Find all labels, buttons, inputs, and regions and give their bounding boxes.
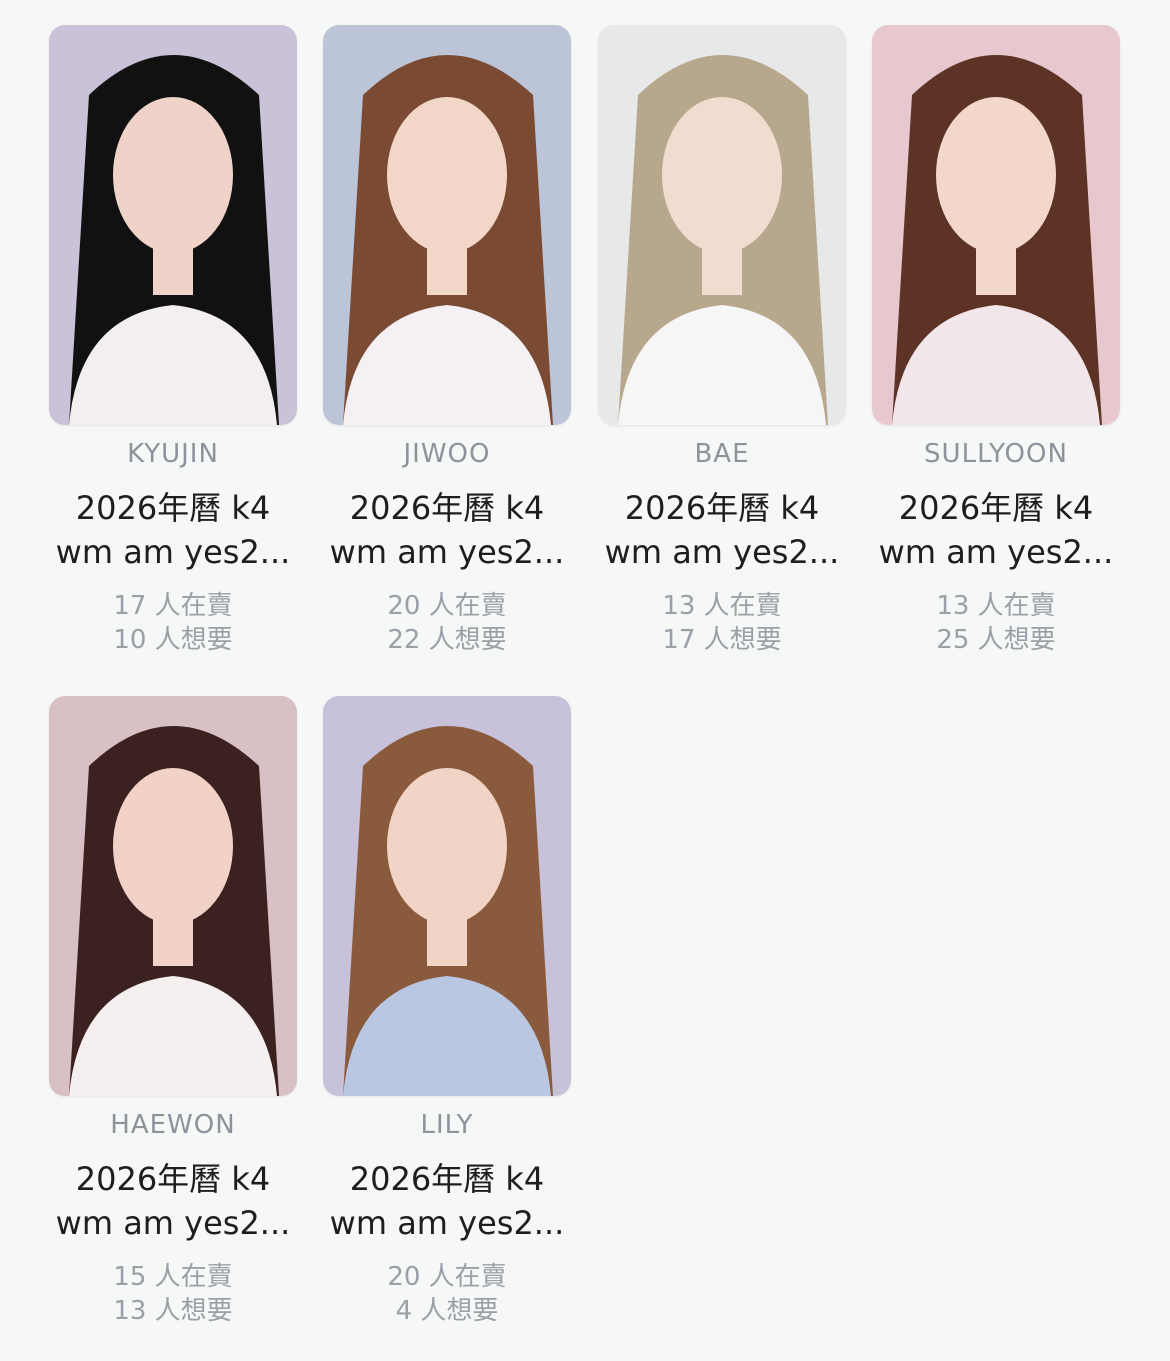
listing-title-line2: wm am yes2... <box>878 533 1114 571</box>
selling-count: 13 人在賣 <box>662 591 782 621</box>
wanting-count: 4 人想要 <box>395 1296 499 1326</box>
listing-title-line1: 2026年曆 k4 <box>75 489 271 527</box>
listing-title-line2: wm am yes2... <box>55 1204 291 1242</box>
product-photo[interactable] <box>323 25 571 425</box>
product-photo[interactable] <box>598 25 846 425</box>
product-card-lily[interactable]: LILY 2026年曆 k4 wm am yes2... 20 人在賣 4 人想… <box>323 696 571 1336</box>
member-name: HAEWON <box>110 1110 236 1140</box>
listing-title-line2: wm am yes2... <box>604 533 840 571</box>
product-card-sullyoon[interactable]: SULLYOON 2026年曆 k4 wm am yes2... 13 人在賣 … <box>872 25 1120 665</box>
listing-title-line1: 2026年曆 k4 <box>624 489 820 527</box>
wanting-count: 17 人想要 <box>662 625 782 655</box>
selling-count: 17 人在賣 <box>113 591 233 621</box>
product-photo[interactable] <box>323 696 571 1096</box>
member-name: BAE <box>694 439 750 469</box>
member-name: KYUJIN <box>127 439 219 469</box>
selling-count: 20 人在賣 <box>387 591 507 621</box>
product-card-haewon[interactable]: HAEWON 2026年曆 k4 wm am yes2... 15 人在賣 13… <box>49 696 297 1336</box>
listing-title-line1: 2026年曆 k4 <box>75 1160 271 1198</box>
member-name: LILY <box>420 1110 474 1140</box>
listing-title-line1: 2026年曆 k4 <box>898 489 1094 527</box>
wanting-count: 22 人想要 <box>387 625 507 655</box>
wanting-count: 13 人想要 <box>113 1296 233 1326</box>
selling-count: 20 人在賣 <box>387 1262 507 1292</box>
product-photo[interactable] <box>872 25 1120 425</box>
wanting-count: 10 人想要 <box>113 625 233 655</box>
product-card-kyujin[interactable]: KYUJIN 2026年曆 k4 wm am yes2... 17 人在賣 10… <box>49 25 297 665</box>
product-card-jiwoo[interactable]: JIWOO 2026年曆 k4 wm am yes2... 20 人在賣 22 … <box>323 25 571 665</box>
listing-title-line2: wm am yes2... <box>55 533 291 571</box>
product-photo[interactable] <box>49 25 297 425</box>
member-name: JIWOO <box>403 439 491 469</box>
selling-count: 15 人在賣 <box>113 1262 233 1292</box>
product-photo[interactable] <box>49 696 297 1096</box>
selling-count: 13 人在賣 <box>936 591 1056 621</box>
listing-grid: KYUJIN 2026年曆 k4 wm am yes2... 17 人在賣 10… <box>0 0 1170 1361</box>
wanting-count: 25 人想要 <box>936 625 1056 655</box>
product-card-bae[interactable]: BAE 2026年曆 k4 wm am yes2... 13 人在賣 17 人想… <box>598 25 846 665</box>
listing-title-line1: 2026年曆 k4 <box>349 489 545 527</box>
member-name: SULLYOON <box>924 439 1068 469</box>
listing-title-line1: 2026年曆 k4 <box>349 1160 545 1198</box>
listing-title-line2: wm am yes2... <box>329 533 565 571</box>
listing-title-line2: wm am yes2... <box>329 1204 565 1242</box>
